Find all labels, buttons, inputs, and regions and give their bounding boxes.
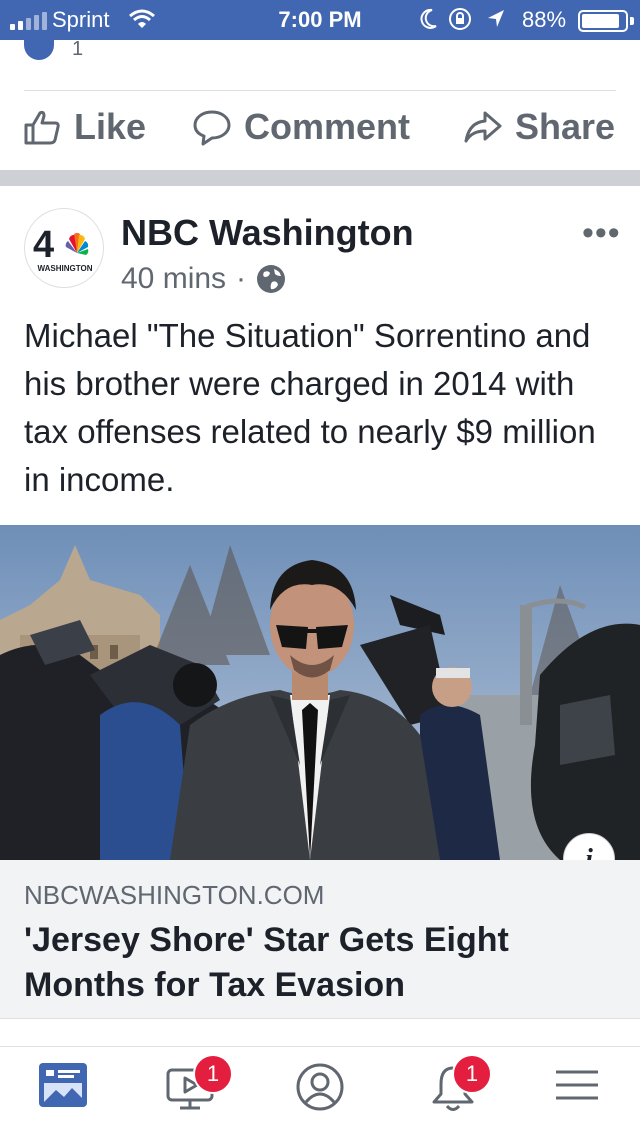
- status-bar: Sprint 7:00 PM 88%: [0, 0, 640, 40]
- globe-icon: [257, 265, 286, 293]
- tab-bar-divider: [0, 1046, 640, 1047]
- menu-icon: [556, 1070, 598, 1100]
- post-time[interactable]: 40 mins: [121, 262, 226, 296]
- tab-news-feed[interactable]: [38, 1062, 108, 1122]
- tab-watch[interactable]: 1: [165, 1054, 235, 1122]
- page-name[interactable]: NBC Washington: [121, 212, 414, 254]
- battery-percent: 88%: [522, 7, 567, 32]
- like-reaction-icon[interactable]: [24, 40, 54, 60]
- profile-icon: [296, 1063, 344, 1111]
- nbc-logo-icon: 4 WASHINGTON: [33, 224, 93, 273]
- share-label: Share: [515, 106, 616, 147]
- tab-menu[interactable]: [554, 1062, 624, 1122]
- notifications-badge: 1: [452, 1054, 492, 1094]
- comment-icon: [193, 110, 231, 146]
- do-not-disturb-icon: [420, 8, 437, 29]
- tab-profile[interactable]: [295, 1062, 365, 1122]
- more-options-button[interactable]: •••: [582, 214, 621, 253]
- divider: [24, 90, 616, 91]
- link-domain: NBCWASHINGTON.COM: [24, 880, 325, 910]
- post-text: Michael "The Situation" Sorrentino and h…: [24, 317, 596, 498]
- meta-separator: ·: [236, 262, 247, 295]
- tab-notifications[interactable]: 1: [428, 1054, 498, 1122]
- location-icon: [488, 10, 504, 27]
- share-icon: [464, 111, 502, 143]
- link-title: 'Jersey Shore' Star Gets Eight Months fo…: [24, 921, 509, 1004]
- thumbs-up-icon: [24, 110, 60, 145]
- post-actions: Like Comment Share: [0, 100, 640, 164]
- logo-number: 4: [33, 224, 54, 266]
- page-avatar[interactable]: 4 WASHINGTON: [24, 208, 104, 288]
- post-meta: 40 mins ·: [121, 262, 286, 296]
- reaction-count[interactable]: 1: [72, 38, 83, 61]
- logo-text: WASHINGTON: [38, 264, 93, 273]
- share-button[interactable]: Share: [463, 106, 615, 148]
- comment-button[interactable]: Comment: [192, 106, 410, 148]
- news-feed-icon: [39, 1063, 87, 1107]
- like-button[interactable]: Like: [22, 106, 146, 148]
- comment-label: Comment: [244, 106, 411, 147]
- battery-icon: [578, 10, 628, 32]
- feed-separator: [0, 170, 640, 186]
- link-photo[interactable]: [0, 525, 640, 860]
- battery-tip: [630, 17, 634, 25]
- news-photo: [0, 525, 640, 860]
- like-label: Like: [74, 106, 147, 147]
- link-preview[interactable]: NBCWASHINGTON.COM 'Jersey Shore' Star Ge…: [0, 860, 640, 1019]
- rotation-lock-icon: [449, 8, 471, 30]
- watch-badge: 1: [193, 1054, 233, 1094]
